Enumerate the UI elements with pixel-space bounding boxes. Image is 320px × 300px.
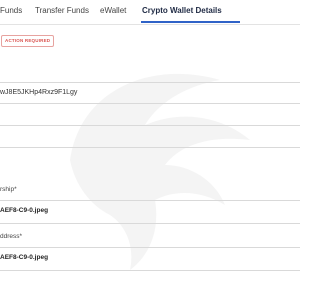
divider <box>0 223 300 224</box>
eagle-watermark-icon <box>70 73 250 270</box>
ownership-file-name[interactable]: AEF8-C9-0.jpeg <box>0 206 48 216</box>
divider <box>0 82 300 83</box>
active-tab-indicator <box>141 21 240 23</box>
divider <box>0 270 300 271</box>
status-badge: ACTION REQUIRED <box>1 35 55 47</box>
address-file-name[interactable]: AEF8-C9-0.jpeg <box>0 253 48 263</box>
tab-crypto-wallet-details[interactable]: Crypto Wallet Details <box>142 5 222 17</box>
proof-of-address-label: ddress* <box>0 233 23 240</box>
divider <box>0 147 300 148</box>
wallet-address-value[interactable]: wJ8E5JKHp4Rxz9F1Lgy <box>0 88 77 98</box>
divider <box>0 200 300 201</box>
divider <box>0 247 300 248</box>
proof-of-ownership-label: rship* <box>0 186 17 193</box>
tab-funds[interactable]: Funds <box>0 5 22 17</box>
tab-bar: Funds Transfer Funds eWallet Crypto Wall… <box>0 0 300 25</box>
divider <box>0 103 300 104</box>
divider <box>0 125 300 126</box>
tab-ewallet[interactable]: eWallet <box>100 5 126 17</box>
tab-transfer-funds[interactable]: Transfer Funds <box>35 5 89 17</box>
